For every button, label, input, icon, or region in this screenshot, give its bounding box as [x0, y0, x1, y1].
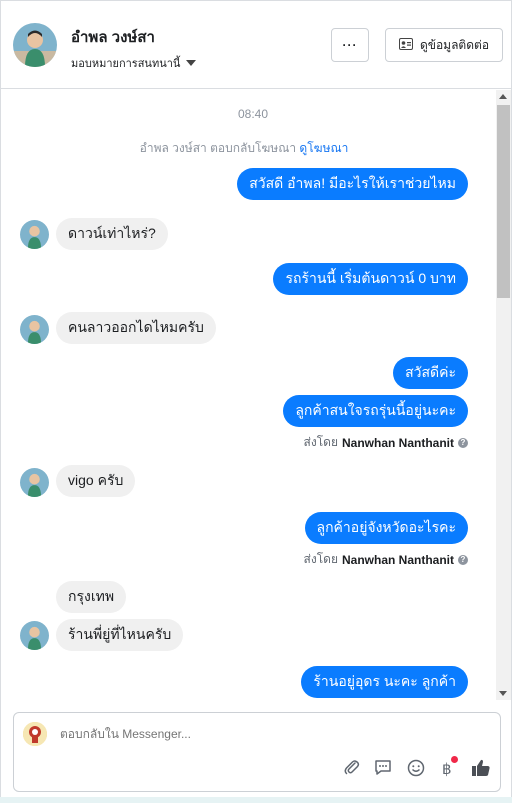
sent-by-label: ส่งโดย Nanwhan Nanthanit ?: [304, 433, 468, 452]
sender-avatar: [20, 468, 49, 497]
sender-avatar: [20, 315, 49, 344]
view-contact-button[interactable]: ดูข้อมูลติดต่อ: [385, 28, 503, 62]
message-outgoing: ลูกค้าอยู่จังหวัดอะไรคะ: [304, 512, 468, 544]
view-contact-label: ดูข้อมูลติดต่อ: [419, 37, 490, 52]
message-outgoing: รถร้านนี้ เริ่มต้นดาวน์ 0 บาท: [273, 263, 468, 295]
ad-reply-notice: อำพล วงษ์สา ตอบกลับโฆษณา ดูโฆษณา: [1, 139, 487, 158]
scroll-down-icon[interactable]: [499, 691, 507, 696]
speech-bubble-icon[interactable]: [372, 757, 394, 779]
notification-dot: [451, 756, 458, 763]
assign-label: มอบหมายการสนทนานี้: [71, 58, 181, 70]
sent-by-name: Nanwhan Nanthanit: [341, 435, 454, 450]
sender-avatar: [20, 220, 49, 249]
page-avatar: [23, 722, 47, 746]
scroll-up-icon[interactable]: [499, 94, 507, 99]
message-incoming: vigo ครับ: [56, 465, 136, 497]
contact-avatar[interactable]: [13, 23, 57, 67]
svg-text:฿: ฿: [442, 760, 452, 777]
sent-by-prefix: ส่งโดย: [303, 435, 338, 449]
paperclip-icon[interactable]: [341, 757, 363, 779]
thumbs-up-icon[interactable]: [470, 757, 492, 779]
message-incoming: คนลาวออกไดไหมครับ: [56, 312, 216, 344]
message-incoming: ร้านพี่ยู่ที่ไหนครับ: [56, 619, 184, 651]
reply-composer: ฿: [13, 712, 501, 792]
reply-input[interactable]: [60, 727, 360, 741]
sender-avatar: [20, 621, 49, 650]
help-icon[interactable]: ?: [458, 554, 468, 565]
bottom-strip: [0, 797, 512, 803]
contact-card-icon: [398, 37, 413, 53]
message-outgoing: สวัสดีค่ะ: [393, 357, 468, 389]
assign-conversation-dropdown[interactable]: มอบหมายการสนทนานี้: [71, 54, 197, 72]
sent-by-name: Nanwhan Nanthanit: [341, 552, 454, 567]
caret-down-icon: [186, 60, 197, 66]
ad-reply-text: อำพล วงษ์สา ตอบกลับโฆษณา: [139, 141, 297, 155]
conversation-header: อำพล วงษ์สา มอบหมายการสนทนานี้ ··· ดูข้อ…: [1, 1, 511, 89]
message-incoming: ดาวน์เท่าไหร่?: [56, 218, 168, 250]
more-options-button[interactable]: ···: [331, 28, 369, 62]
contact-name: อำพล วงษ์สา: [71, 29, 155, 46]
message-incoming: กรุงเทพ: [56, 581, 127, 613]
smiley-icon[interactable]: [405, 757, 427, 779]
conversation-panel: อำพล วงษ์สา มอบหมายการสนทนานี้ ··· ดูข้อ…: [0, 0, 512, 803]
message-outgoing: ร้านอยู่อุดร นะคะ ลูกค้า: [301, 666, 468, 698]
message-list: 08:40 อำพล วงษ์สา ตอบกลับโฆษณา ดูโฆษณา ส…: [1, 90, 497, 700]
baht-icon[interactable]: ฿: [436, 756, 458, 779]
timestamp: 08:40: [237, 107, 269, 121]
sent-by-prefix: ส่งโดย: [303, 552, 338, 566]
help-icon[interactable]: ?: [458, 437, 468, 448]
message-outgoing: สวัสดี อำพล! มีอะไรให้เราช่วยไหม: [237, 168, 468, 200]
message-outgoing: ลูกค้าสนใจรถรุ่นนี้อยู่นะคะ: [283, 395, 468, 427]
view-ad-link[interactable]: ดูโฆษณา: [299, 141, 348, 155]
message-scrollbar[interactable]: [496, 90, 511, 700]
scrollbar-thumb[interactable]: [497, 105, 510, 298]
sent-by-label: ส่งโดย Nanwhan Nanthanit ?: [304, 550, 468, 569]
